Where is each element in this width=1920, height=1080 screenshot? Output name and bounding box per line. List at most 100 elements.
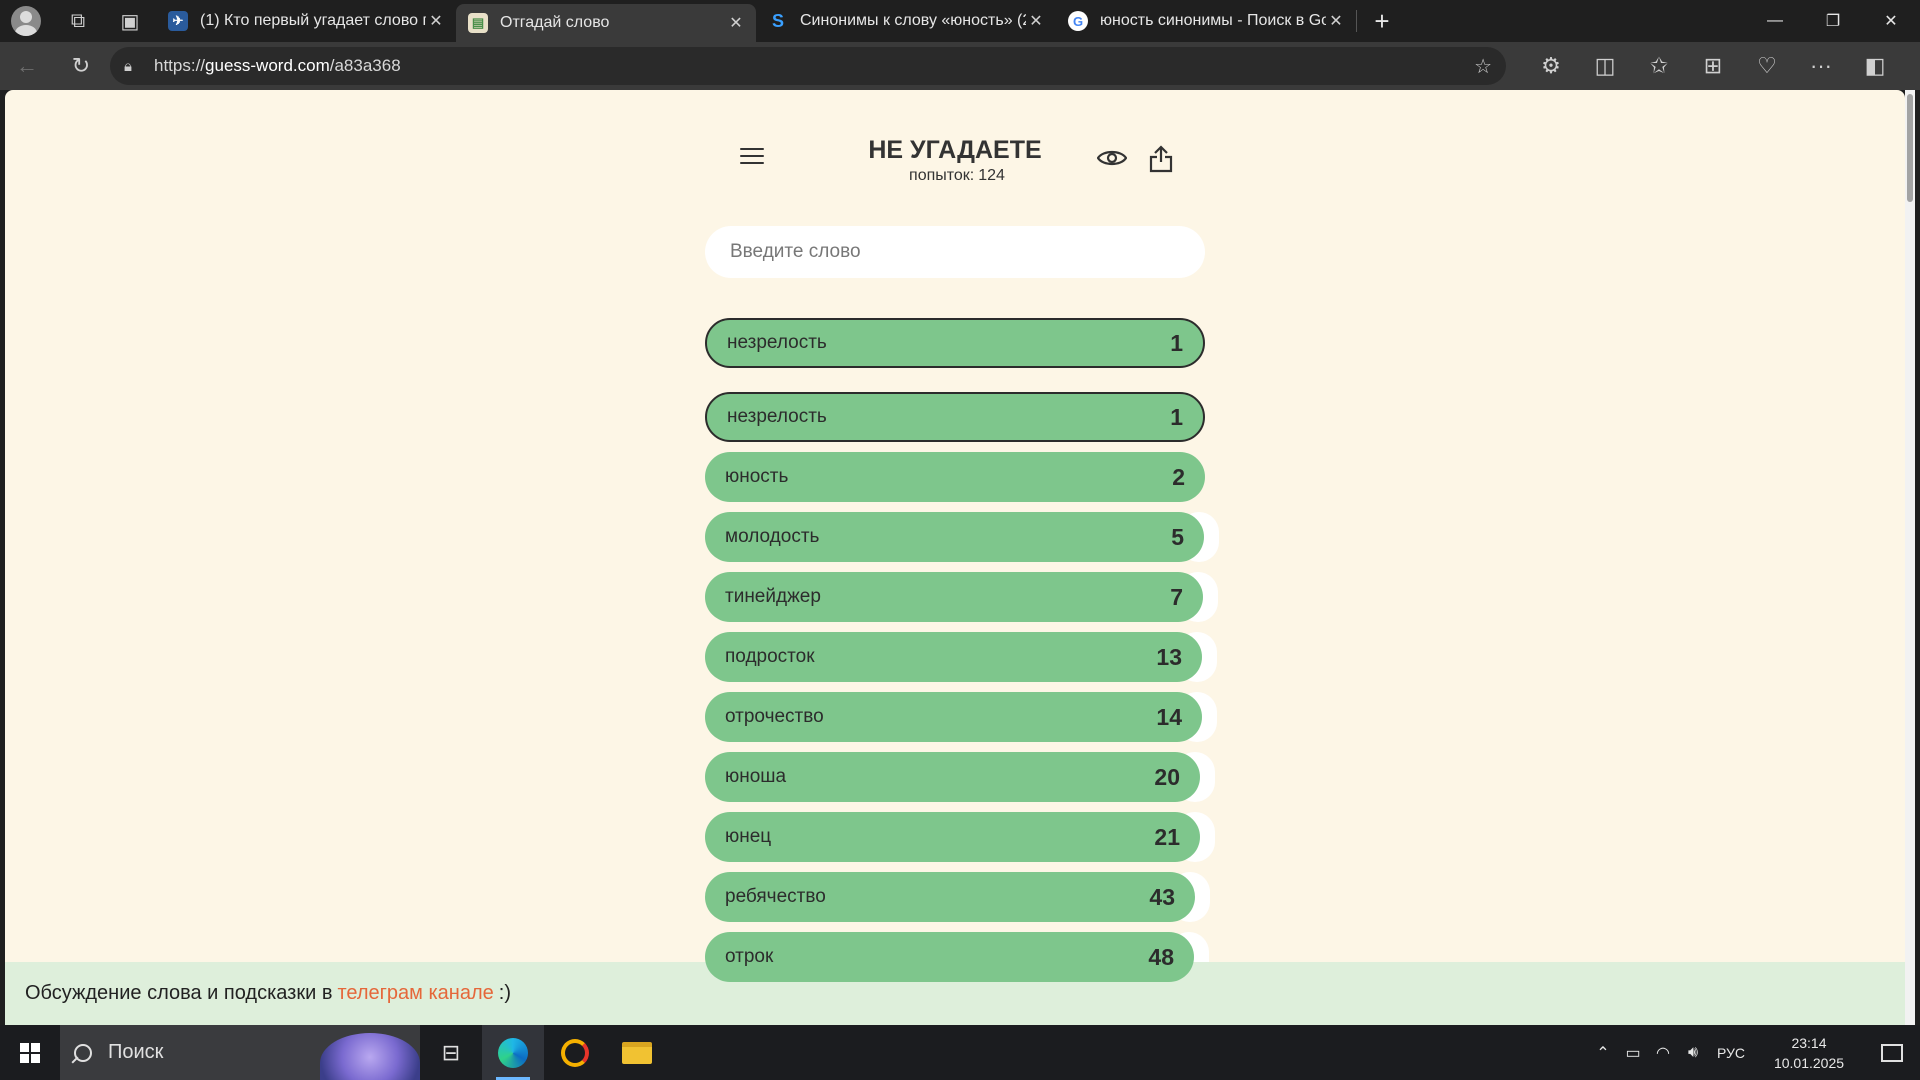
guess-rank: 43	[1149, 883, 1175, 910]
favorites-button[interactable]: ✩	[1632, 42, 1686, 90]
tab-title: Отгадай слово	[500, 14, 610, 31]
tab-synonyms[interactable]: S Синонимы к слову «юность» (28 ✕	[756, 0, 1056, 42]
banner-smiley: :)	[498, 982, 511, 1004]
game-title: НЕ УГАДАЕТЕ	[868, 136, 1042, 164]
task-view-button[interactable]: ⊟	[420, 1025, 482, 1080]
tab-telegram[interactable]: ✈ (1) Кто первый угадает слово по ✕	[156, 0, 456, 42]
edge-taskbar-button[interactable]	[482, 1025, 544, 1080]
explorer-taskbar-button[interactable]	[606, 1025, 668, 1080]
wifi-icon[interactable]: ◠	[1648, 1043, 1678, 1063]
share-icon[interactable]	[1149, 145, 1173, 173]
chevron-up-icon[interactable]: ⌃	[1588, 1043, 1618, 1063]
more-menu-button[interactable]: ···	[1794, 42, 1848, 90]
task-view-icon: ⊟	[441, 1039, 461, 1065]
guess-row: отрок 48	[705, 932, 1194, 982]
volume-icon[interactable]: 🔊︎	[1678, 1044, 1708, 1062]
toolbar-actions: ⚙ ◫ ✩ ⊞ ♡ ··· ◧	[1524, 42, 1902, 90]
tab-title: (1) Кто первый угадает слово по	[200, 12, 426, 29]
lock-icon: 🔒︎	[124, 57, 132, 75]
close-tab-icon[interactable]: ✕	[726, 13, 746, 33]
extensions-button[interactable]: ⚙	[1524, 42, 1578, 90]
guess-rank: 1	[1170, 329, 1183, 356]
search-icon	[74, 1043, 92, 1062]
attempts-label: попыток:	[909, 167, 975, 184]
eye-icon[interactable]	[1097, 148, 1127, 168]
clock-time: 23:14	[1791, 1034, 1827, 1051]
split-screen-icon: ◫	[1594, 53, 1616, 78]
guess-word: отрок	[725, 946, 774, 967]
yandex-taskbar-button[interactable]	[544, 1025, 606, 1080]
collections-button[interactable]: ⊞	[1686, 42, 1740, 90]
guess-word: молодость	[725, 526, 820, 547]
minimize-icon: —	[1767, 12, 1783, 29]
url-path: /a83a368	[329, 56, 401, 75]
guess-row: молодость 5	[705, 512, 1204, 562]
restore-button[interactable]: ❐	[1804, 0, 1862, 42]
guess-word: юнец	[725, 826, 772, 847]
profile-button[interactable]	[0, 0, 52, 42]
folder-icon	[622, 1041, 652, 1064]
start-button[interactable]	[0, 1025, 60, 1080]
puzzle-icon: ⚙	[1541, 53, 1561, 78]
taskbar-search[interactable]: Поиск	[60, 1025, 420, 1080]
synonyms-favicon-icon: S	[771, 10, 784, 31]
address-bar[interactable]: 🔒︎ https://guess-word.com/a83a368 ☆	[110, 47, 1506, 85]
back-button[interactable]: ←	[0, 42, 54, 90]
split-screen-button[interactable]: ◫	[1578, 42, 1632, 90]
page-viewport: НЕ УГАДАЕТЕ попыток:124 незрелость 1 нез…	[5, 90, 1905, 1025]
browser-essentials-button[interactable]: ♡	[1740, 42, 1794, 90]
guess-word-favicon-icon: ▤	[468, 13, 488, 33]
tab-title: юность синонимы - Поиск в Goo	[1100, 12, 1326, 29]
guess-row: юность 2	[705, 452, 1205, 502]
telegram-favicon-icon: ✈	[168, 11, 188, 31]
tab-guess-word[interactable]: ▤ Отгадай слово ✕	[456, 4, 756, 42]
windows-taskbar: Поиск ⊟ ⌃ ▭ ◠ 🔊︎ РУС 23:14 10.01.2025	[0, 1025, 1920, 1080]
minimize-button[interactable]: —	[1746, 0, 1804, 42]
page-scrollbar[interactable]	[1905, 90, 1915, 1025]
attempts-counter: попыток: 124	[705, 167, 1205, 185]
clock[interactable]: 23:14 10.01.2025	[1754, 1033, 1864, 1073]
reload-button[interactable]: ↻	[54, 42, 108, 90]
favorite-star-icon[interactable]: ☆	[1474, 54, 1492, 79]
tab-google-search[interactable]: G юность синонимы - Поиск в Goo ✕	[1056, 0, 1356, 42]
url-text[interactable]: https://guess-word.com/a83a368	[154, 56, 1474, 76]
guess-rank: 48	[1148, 943, 1174, 970]
profile-avatar-icon	[11, 6, 41, 36]
notifications-button[interactable]	[1864, 1025, 1920, 1080]
guess-rank: 20	[1154, 763, 1180, 790]
close-tab-icon[interactable]: ✕	[1026, 11, 1046, 31]
more-dots-icon: ···	[1810, 53, 1832, 78]
workspaces-button[interactable]: ⧉	[52, 0, 104, 42]
sidebar-toggle-button[interactable]: ◧	[1848, 42, 1902, 90]
close-tab-icon[interactable]: ✕	[426, 11, 446, 31]
url-host: guess-word.com	[205, 56, 330, 75]
guess-rank: 7	[1170, 583, 1183, 610]
guess-word: тинейджер	[725, 586, 821, 607]
url-scheme: https://	[154, 56, 206, 75]
windows-logo-icon	[20, 1042, 40, 1063]
search-highlight-art	[320, 1033, 420, 1080]
favorites-icon: ✩	[1649, 53, 1669, 78]
telegram-channel-link[interactable]: телеграм канале	[337, 982, 493, 1005]
guess-rank: 21	[1154, 823, 1180, 850]
guess-row: юнец 21	[705, 812, 1200, 862]
battery-icon[interactable]: ▭	[1618, 1043, 1648, 1063]
heart-pulse-icon: ♡	[1757, 53, 1777, 78]
vertical-tabs-button[interactable]: ▣	[104, 0, 156, 42]
edge-icon	[498, 1037, 528, 1068]
word-input[interactable]	[705, 226, 1205, 278]
close-window-button[interactable]: ✕	[1862, 0, 1920, 42]
close-tab-icon[interactable]: ✕	[1326, 11, 1346, 31]
guess-rank: 1	[1170, 403, 1183, 430]
new-tab-button[interactable]: +	[1357, 6, 1407, 37]
window-controls: — ❐ ✕	[1746, 0, 1920, 42]
guess-rank: 5	[1171, 523, 1184, 550]
guess-row: подросток 13	[705, 632, 1202, 682]
guess-row: отрочество 14	[705, 692, 1202, 742]
input-language[interactable]: РУС	[1708, 1045, 1754, 1061]
last-guess-row: незрелость 1	[705, 318, 1205, 368]
scrollbar-thumb[interactable]	[1907, 94, 1913, 202]
guess-word: подросток	[725, 646, 815, 667]
guess-row: юноша 20	[705, 752, 1200, 802]
game-header: НЕ УГАДАЕТЕ попыток: 124	[705, 90, 1205, 200]
